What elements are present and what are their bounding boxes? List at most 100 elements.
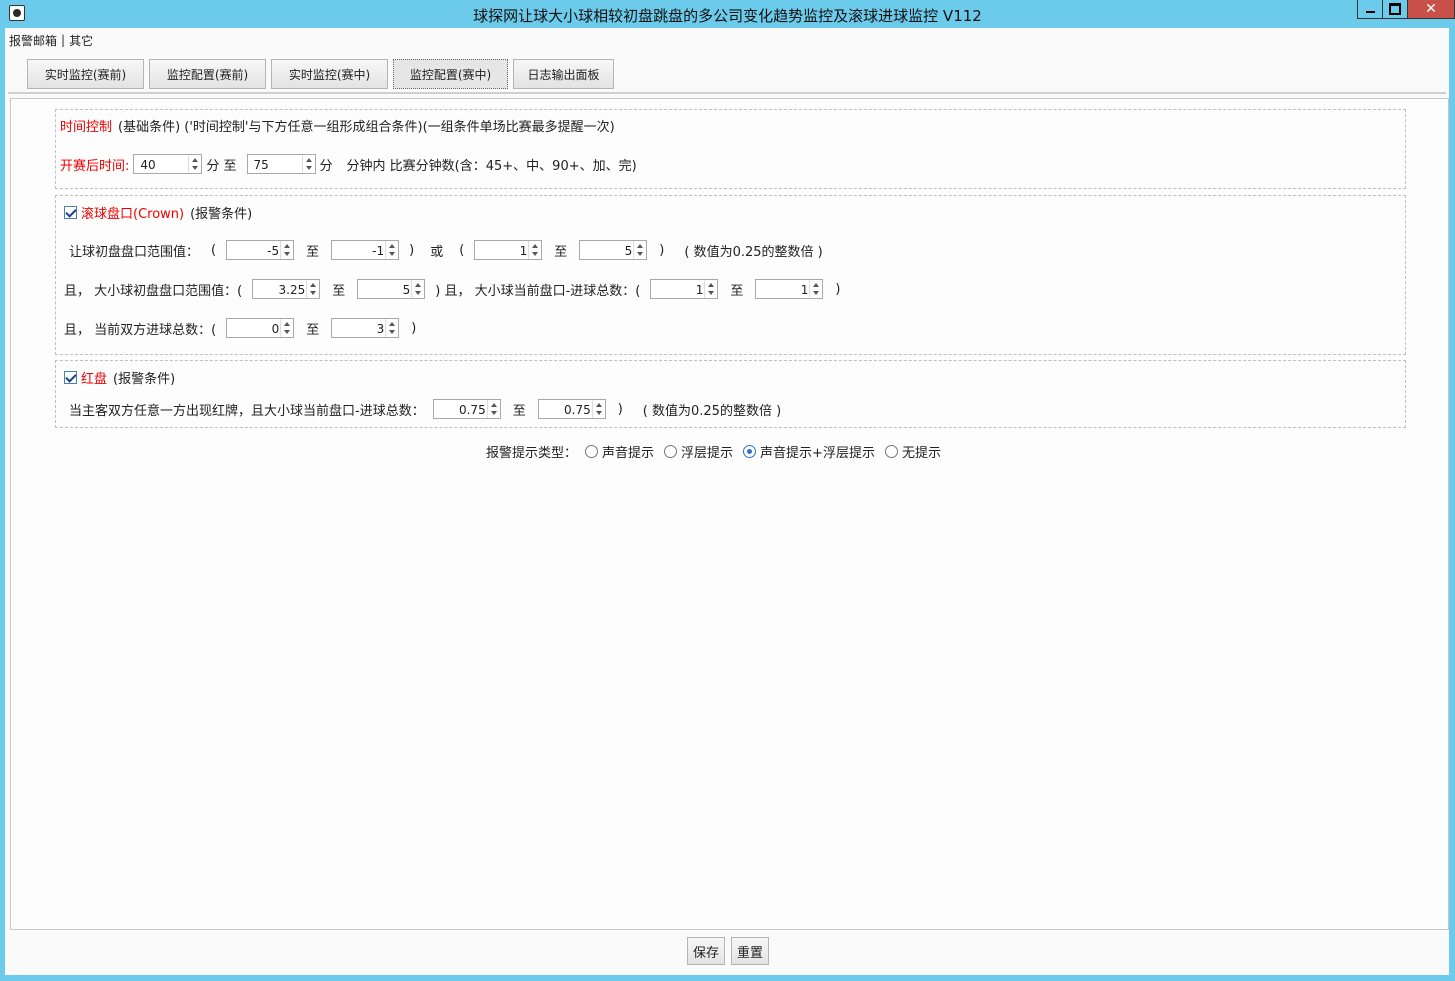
crown-desc: (报警条件): [190, 206, 253, 222]
paren-open: (: [211, 242, 217, 258]
tab-realtime-prematch[interactable]: 实时监控(赛前): [27, 59, 144, 89]
minimize-button[interactable]: [1357, 0, 1383, 19]
maximize-icon: [1389, 3, 1401, 15]
red-card-group: 红盘 (报警条件) 当主客双方任意一方出现红牌，且大小球当前盘口-进球总数： 0…: [55, 360, 1406, 428]
time-control-row: 开赛后时间: 40 分 至 75 分 分钟内 比赛分钟数(含：45+、中、90+…: [60, 153, 637, 175]
paren-open: (: [459, 242, 465, 258]
tab-realtime-inplay[interactable]: 实时监控(赛中): [271, 59, 388, 89]
paren-close: ): [409, 242, 415, 258]
reset-button[interactable]: 重置: [731, 937, 769, 965]
radio-icon[interactable]: [884, 444, 898, 458]
crown-checkbox[interactable]: [64, 205, 77, 219]
paren-close: ): [617, 401, 623, 417]
spinner-arrows-icon[interactable]: [280, 319, 293, 337]
alert-type-group: 报警提示类型： 声音提示 浮层提示 声音提示+浮层提示 无提示: [486, 441, 951, 461]
spinner-arrows-icon[interactable]: [280, 241, 293, 259]
spinner-arrows-icon[interactable]: [306, 280, 319, 298]
ou-current-label: ) 且， 大小球当前盘口-进球总数：(: [435, 283, 641, 299]
spinner-arrows-icon[interactable]: [809, 280, 822, 298]
spinner-arrows-icon[interactable]: [704, 280, 717, 298]
ou-range-label: 且， 大小球初盘盘口范围值：(: [64, 283, 243, 299]
red-ou-max-spinner[interactable]: 0.75: [537, 399, 606, 419]
goals-max-spinner[interactable]: 3: [331, 318, 400, 338]
radio-sound-overlay[interactable]: 声音提示+浮层提示: [743, 442, 875, 461]
alert-type-label: 报警提示类型：: [486, 445, 578, 461]
ou-range-row: 且， 大小球初盘盘口范围值：( 3.25 至 5 ) 且， 大小球当前盘口-进球…: [64, 278, 840, 300]
tab-config-inplay[interactable]: 监控配置(赛中): [393, 59, 508, 89]
spinner-arrows-icon[interactable]: [188, 155, 201, 173]
ou-goal-min-spinner[interactable]: 1: [650, 279, 719, 299]
time-unit-label: 分: [319, 158, 333, 174]
handicap-max-spinner[interactable]: -1: [331, 240, 400, 260]
radio-sound[interactable]: 声音提示: [585, 442, 654, 461]
menu-bar: 报警邮箱 | 其它: [5, 30, 97, 50]
to-label: 至: [332, 283, 346, 299]
ou-min-spinner[interactable]: 3.25: [252, 279, 321, 299]
paren-close: ): [411, 320, 417, 336]
handicap-max2-spinner[interactable]: 5: [579, 240, 648, 260]
time-note: 分钟内 比赛分钟数(含：45+、中、90+、加、完): [346, 158, 637, 174]
menu-other[interactable]: 其它: [65, 32, 97, 49]
maximize-button[interactable]: [1382, 0, 1408, 19]
save-button[interactable]: 保存: [687, 937, 725, 965]
minimize-icon: [1365, 11, 1375, 13]
total-goals-row: 且， 当前双方进球总数：( 0 至 3 ): [64, 317, 416, 339]
time-to-spinner[interactable]: 75: [246, 154, 316, 174]
spinner-arrows-icon[interactable]: [411, 280, 424, 298]
red-card-title: 红盘: [81, 371, 108, 387]
radio-selected-icon[interactable]: [743, 444, 757, 458]
quarter-note: ( 数值为0.25的整数倍 ): [642, 403, 782, 419]
radio-icon[interactable]: [585, 444, 599, 458]
red-card-header: 红盘 (报警条件): [64, 366, 175, 388]
total-goals-label: 且， 当前双方进球总数：(: [64, 322, 217, 338]
tab-config-prematch[interactable]: 监控配置(赛前): [149, 59, 266, 89]
time-control-group: 时间控制 (基础条件) ('时间控制'与下方任意一组形成组合条件)(一组条件单场…: [55, 109, 1406, 189]
close-icon: ✕: [1425, 1, 1437, 17]
window-controls: ✕: [1357, 0, 1455, 19]
spinner-arrows-icon[interactable]: [591, 400, 605, 418]
spinner-arrows-icon[interactable]: [486, 400, 500, 418]
crown-group: 滚球盘口(Crown) (报警条件) 让球初盘盘口范围值： ( -5 至 -1 …: [55, 195, 1406, 355]
tab-log-panel[interactable]: 日志输出面板: [513, 59, 614, 89]
handicap-min-spinner[interactable]: -5: [226, 240, 295, 260]
to-label: 至: [730, 283, 744, 299]
red-card-desc: (报警条件): [113, 371, 176, 387]
quarter-note: ( 数值为0.25的整数倍 ): [684, 244, 823, 260]
tab-bar: 实时监控(赛前) 监控配置(赛前) 实时监控(赛中) 监控配置(赛中) 日志输出…: [27, 59, 619, 89]
crown-title: 滚球盘口(Crown): [81, 206, 185, 222]
handicap-min2-spinner[interactable]: 1: [474, 240, 543, 260]
handicap-range-label: 让球初盘盘口范围值：: [69, 244, 200, 260]
time-control-title: 时间控制: [60, 119, 113, 135]
to-label: 至: [512, 403, 526, 419]
window-title: 球探网让球大小球相较初盘跳盘的多公司变化趋势监控及滚球进球监控 V112: [473, 7, 982, 25]
radio-overlay[interactable]: 浮层提示: [664, 442, 733, 461]
time-after-kickoff-label: 开赛后时间:: [60, 158, 130, 174]
radio-none[interactable]: 无提示: [884, 442, 941, 461]
time-from-spinner[interactable]: 40: [133, 154, 203, 174]
spinner-arrows-icon[interactable]: [528, 241, 541, 259]
menu-alarm-email[interactable]: 报警邮箱: [5, 32, 61, 49]
handicap-range-row: 让球初盘盘口范围值： ( -5 至 -1 ) 或 ( 1 至 5) (数值为…: [69, 239, 823, 261]
crown-header: 滚球盘口(Crown) (报警条件): [64, 201, 252, 223]
client-area: 报警邮箱 | 其它 实时监控(赛前) 监控配置(赛前) 实时监控(赛中) 监控配…: [5, 28, 1449, 975]
close-button[interactable]: ✕: [1407, 0, 1455, 19]
goals-min-spinner[interactable]: 0: [226, 318, 295, 338]
to-label: 至: [306, 244, 320, 260]
time-control-desc: (基础条件) ('时间控制'与下方任意一组形成组合条件)(一组条件单场比赛最多提…: [118, 119, 615, 135]
time-unit-to-label: 分 至: [206, 158, 237, 174]
spinner-arrows-icon[interactable]: [385, 241, 398, 259]
spinner-arrows-icon[interactable]: [385, 319, 398, 337]
to-label: 至: [554, 244, 568, 260]
red-card-row: 当主客双方任意一方出现红牌，且大小球当前盘口-进球总数： 0.75 至 0.75…: [69, 398, 781, 420]
radio-icon[interactable]: [664, 444, 678, 458]
red-ou-min-spinner[interactable]: 0.75: [432, 399, 501, 419]
ou-goal-max-spinner[interactable]: 1: [755, 279, 824, 299]
ou-max-spinner[interactable]: 5: [357, 279, 426, 299]
spinner-arrows-icon[interactable]: [633, 241, 646, 259]
title-bar: 球探网让球大小球相较初盘跳盘的多公司变化趋势监控及滚球进球监控 V112 ✕: [0, 0, 1455, 28]
red-card-checkbox[interactable]: [64, 370, 77, 384]
tab-divider: [8, 92, 1446, 94]
config-panel: 时间控制 (基础条件) ('时间控制'与下方任意一组形成组合条件)(一组条件单场…: [10, 98, 1449, 930]
spinner-arrows-icon[interactable]: [301, 155, 315, 173]
to-label: 至: [306, 322, 320, 338]
